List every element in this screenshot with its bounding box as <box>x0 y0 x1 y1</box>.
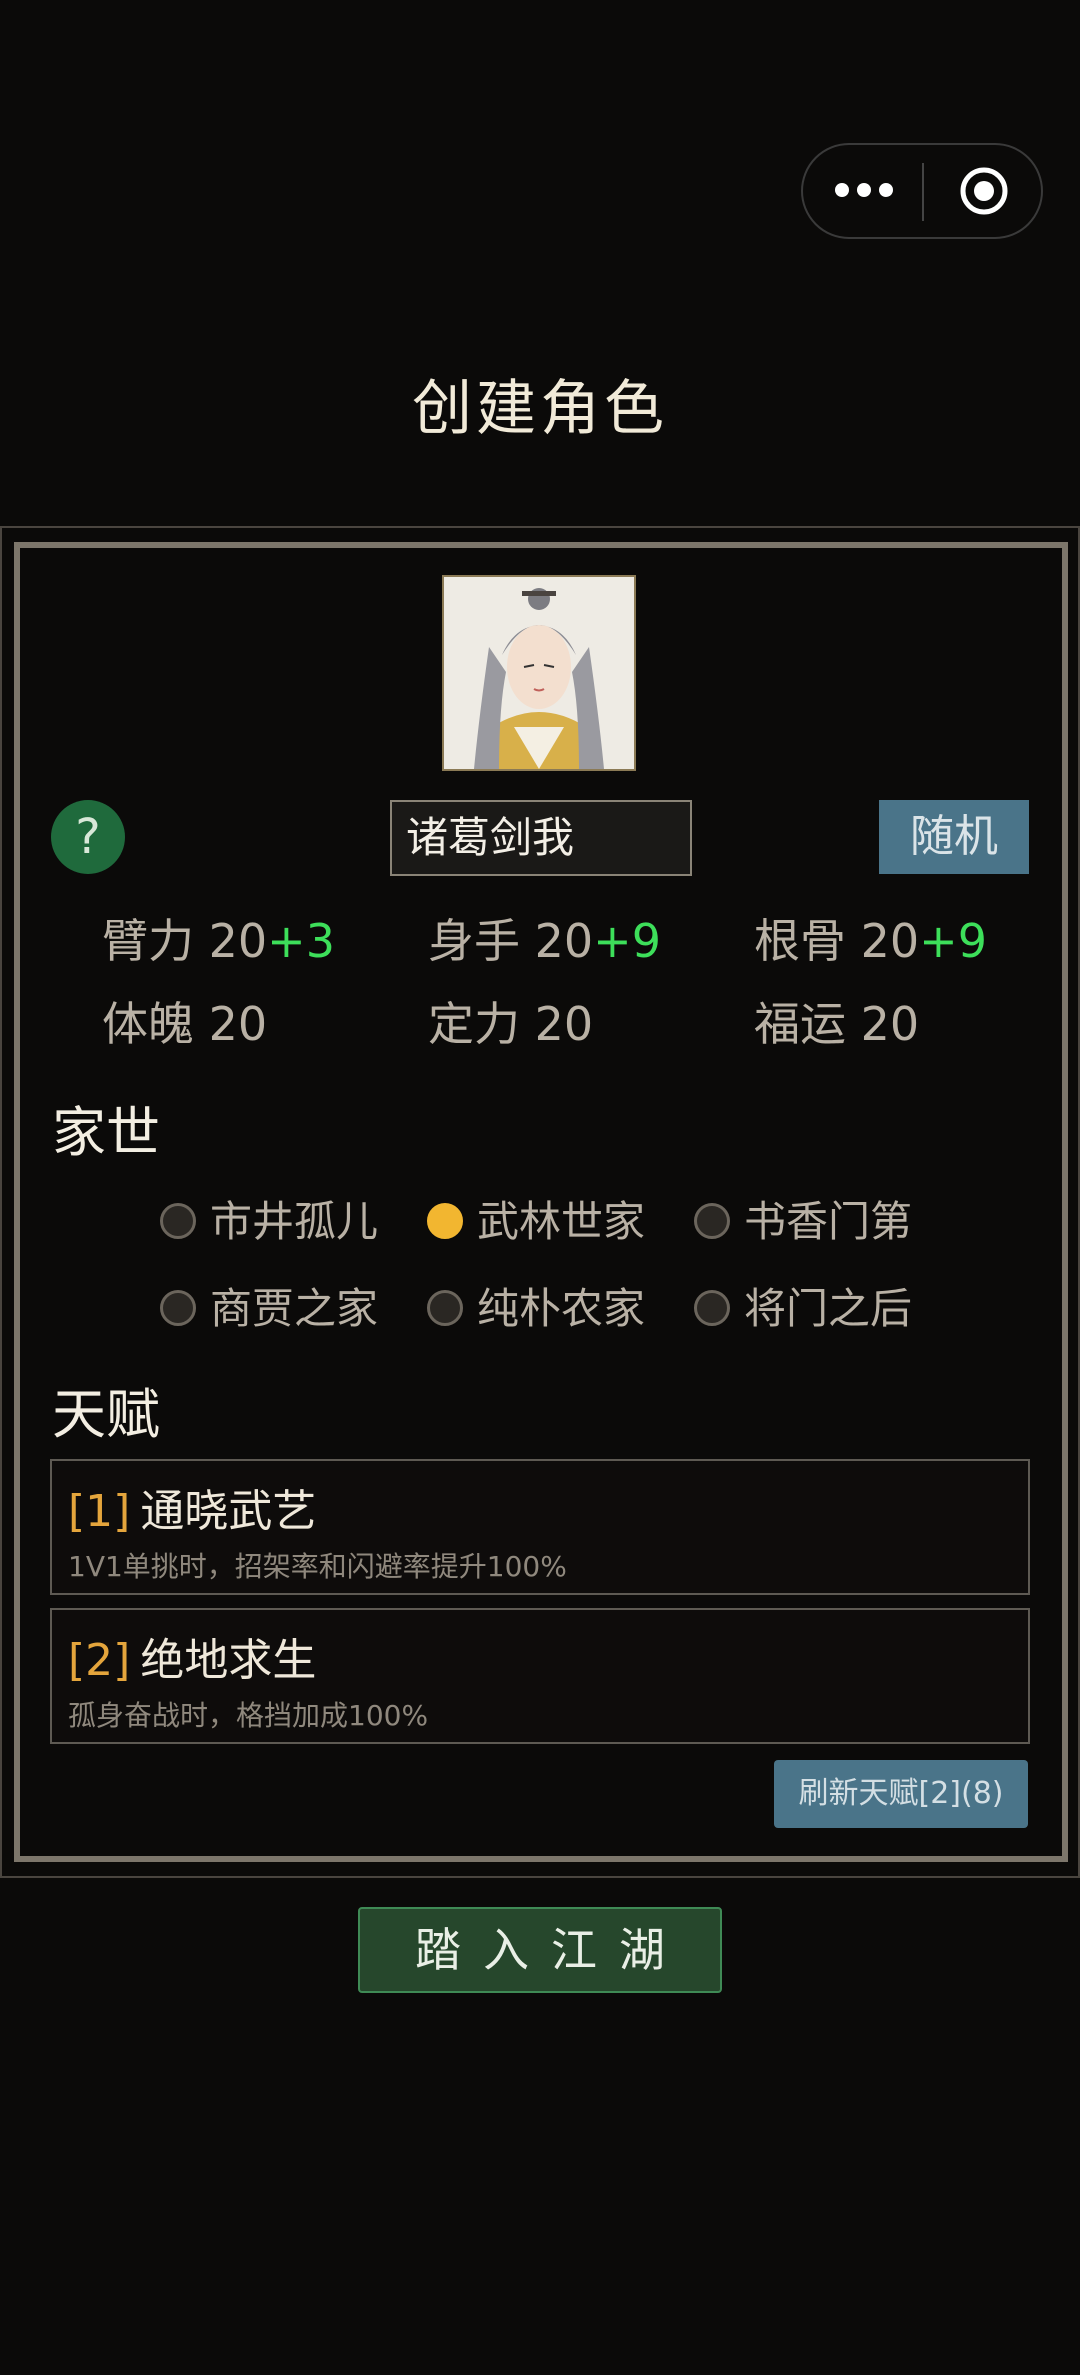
talent-card: [1] 通晓武艺 1V1单挑时，招架率和闪避率提升100% <box>50 1459 1030 1595</box>
stat-label: 身手 <box>428 914 520 968</box>
radio-icon <box>427 1289 463 1326</box>
stat-label: 定力 <box>428 997 520 1051</box>
talent-description: 1V1单挑时，招架率和闪避率提升100% <box>68 1550 567 1583</box>
stat-base: 20 <box>860 914 920 968</box>
family-option-martial-clan[interactable]: 武林世家 <box>427 1188 645 1248</box>
stat-agility: 身手 20+9 <box>428 905 661 971</box>
enter-world-button[interactable]: 踏入江湖 <box>358 1907 722 1993</box>
stat-bonus: +9 <box>593 914 661 968</box>
option-label: 武林世家 <box>477 1197 646 1246</box>
radio-icon <box>160 1289 196 1326</box>
stat-label: 体魄 <box>102 997 194 1051</box>
family-option-scholar[interactable]: 书香门第 <box>694 1188 912 1248</box>
talent-title: 绝地求生 <box>140 1635 317 1686</box>
more-dots-icon[interactable] <box>835 179 895 203</box>
help-button[interactable]: ? <box>51 800 125 874</box>
stat-focus: 定力 20 <box>428 988 593 1054</box>
radio-icon <box>694 1289 730 1326</box>
option-label: 纯朴农家 <box>477 1284 646 1333</box>
family-option-farmer[interactable]: 纯朴农家 <box>427 1275 645 1335</box>
stat-base: 20 <box>860 997 920 1051</box>
refresh-talents-button[interactable]: 刷新天赋[2](8) <box>774 1760 1028 1828</box>
character-portrait[interactable] <box>442 575 636 771</box>
talent-card: [2] 绝地求生 孤身奋战时，格挡加成100% <box>50 1608 1030 1744</box>
stat-strength: 臂力 20+3 <box>102 905 335 971</box>
radio-selected-icon <box>427 1202 463 1239</box>
family-section-title: 家世 <box>52 1101 160 1164</box>
talent-index: [2] <box>68 1635 131 1686</box>
option-label: 商贾之家 <box>210 1284 379 1333</box>
portrait-image <box>444 577 634 769</box>
page-title: 创建角色 <box>412 374 668 444</box>
talent-title: 通晓武艺 <box>140 1486 317 1537</box>
stat-base: 20 <box>208 997 268 1051</box>
family-option-orphan[interactable]: 市井孤儿 <box>160 1188 378 1248</box>
family-option-general[interactable]: 将门之后 <box>694 1275 912 1335</box>
talent-name: [1] 通晓武艺 <box>68 1475 316 1539</box>
stat-physique: 体魄 20 <box>102 988 267 1054</box>
stat-base: 20 <box>534 997 594 1051</box>
stat-luck: 福运 20 <box>754 988 919 1054</box>
radio-icon <box>694 1202 730 1239</box>
question-icon: ? <box>75 809 101 865</box>
option-label: 市井孤儿 <box>210 1197 379 1246</box>
stat-label: 臂力 <box>102 914 194 968</box>
capsule-divider <box>922 163 924 221</box>
stat-base: 20 <box>208 914 268 968</box>
target-close-icon[interactable] <box>959 166 1009 216</box>
stat-bonus: +9 <box>919 914 987 968</box>
stat-bonus: +3 <box>267 914 335 968</box>
stat-label: 福运 <box>754 997 846 1051</box>
talent-index: [1] <box>68 1486 131 1537</box>
family-option-merchant[interactable]: 商贾之家 <box>160 1275 378 1335</box>
talent-section-title: 天赋 <box>52 1383 160 1446</box>
stat-constitution: 根骨 20+9 <box>754 905 987 971</box>
radio-icon <box>160 1202 196 1239</box>
option-label: 将门之后 <box>744 1284 913 1333</box>
talent-name: [2] 绝地求生 <box>68 1624 316 1688</box>
random-name-button[interactable]: 随机 <box>879 800 1029 874</box>
miniprogram-capsule <box>801 143 1043 239</box>
talent-description: 孤身奋战时，格挡加成100% <box>68 1699 429 1732</box>
option-label: 书香门第 <box>744 1197 913 1246</box>
stat-base: 20 <box>534 914 594 968</box>
stat-label: 根骨 <box>754 914 846 968</box>
character-name-input[interactable]: 诸葛剑我 <box>390 800 692 876</box>
